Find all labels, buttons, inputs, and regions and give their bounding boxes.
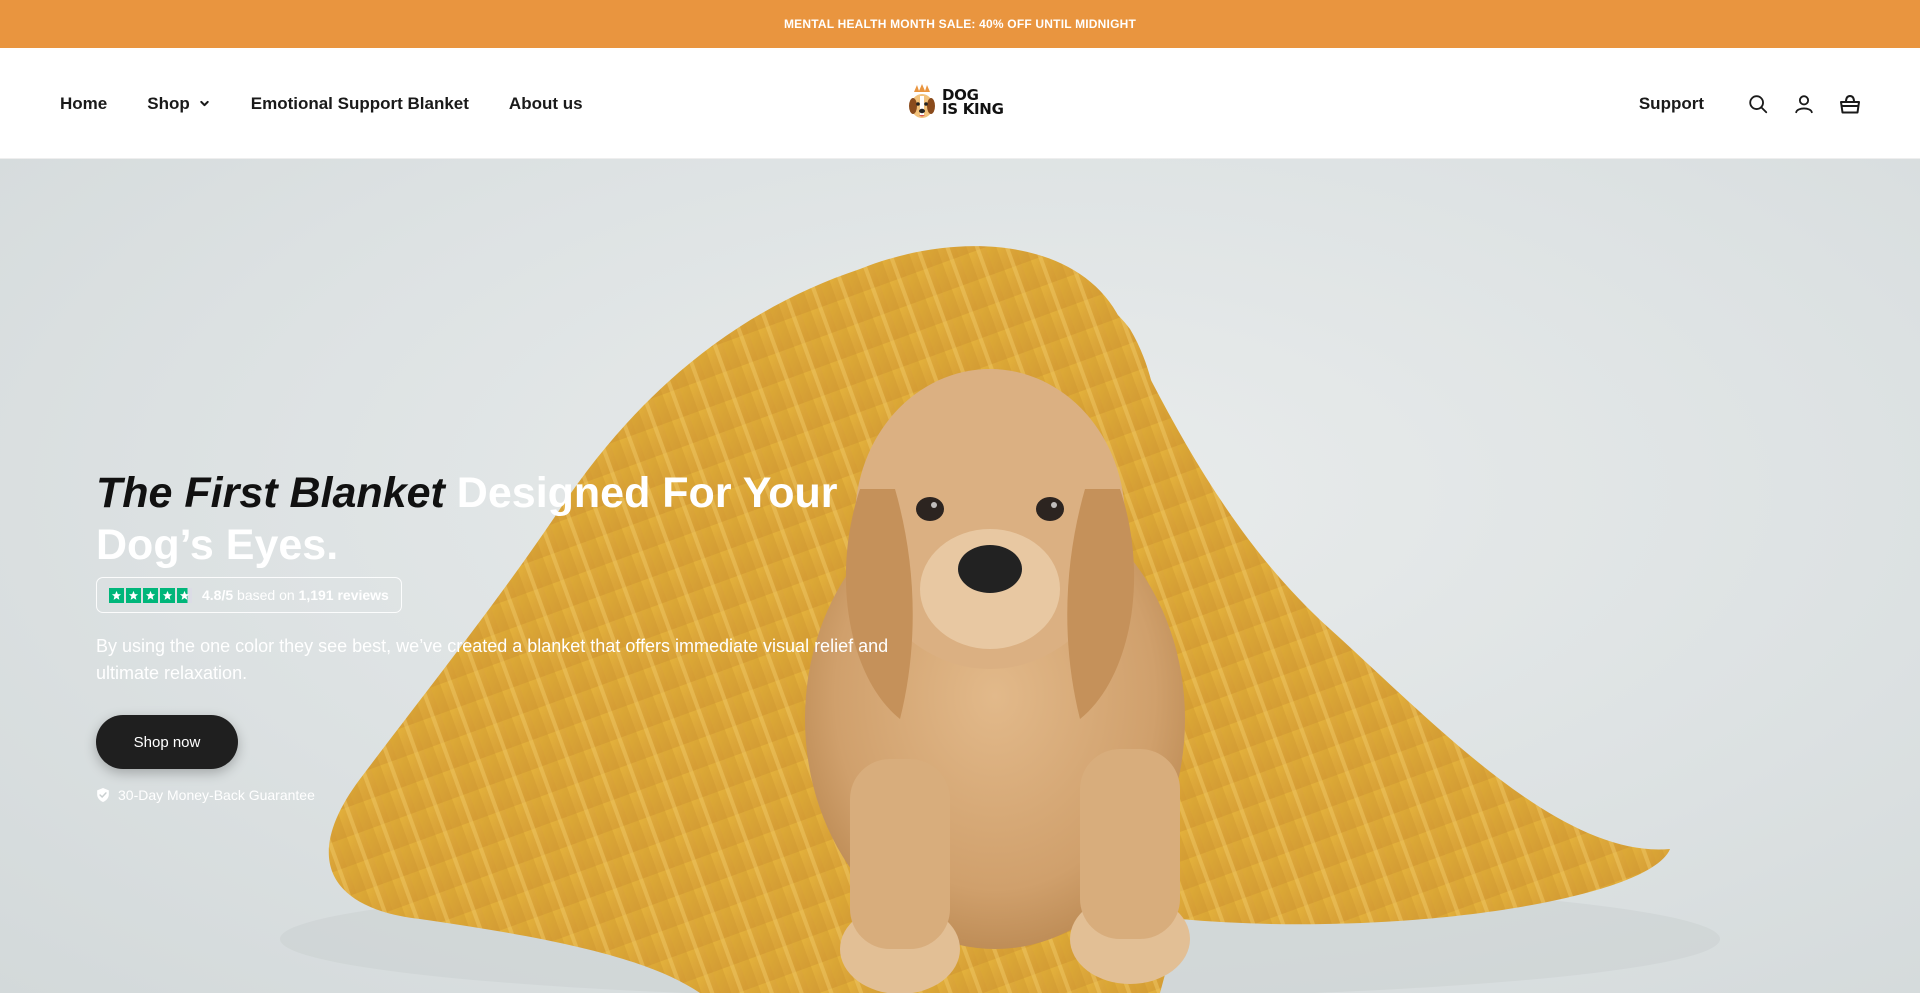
rating-score: 4.8/5 (202, 587, 234, 603)
nav-support[interactable]: Support (1639, 94, 1704, 114)
nav-shop[interactable]: Shop (147, 94, 211, 114)
star-icon (109, 587, 124, 603)
dog-logo-icon (909, 84, 935, 118)
star-half-icon (177, 587, 192, 603)
hero-content: The First Blanket Designed For Your Dog’… (96, 467, 956, 803)
nav-about-us[interactable]: About us (509, 94, 583, 114)
chevron-down-icon (200, 100, 209, 107)
star-icon (143, 587, 158, 603)
logo[interactable]: DOG IS KING (906, 82, 1004, 122)
rating-badge[interactable]: 4.8/5 based on 1,191 reviews (96, 577, 402, 613)
rating-text: 4.8/5 based on 1,191 reviews (202, 587, 389, 603)
star-icon (160, 587, 175, 603)
guarantee-text: 30-Day Money-Back Guarantee (118, 787, 315, 803)
guarantee: 30-Day Money-Back Guarantee (96, 787, 956, 803)
announcement-text: MENTAL HEALTH MONTH SALE: 40% OFF UNTIL … (783, 17, 1137, 31)
hero-title-italic: The First Blanket (96, 469, 445, 517)
search-icon[interactable] (1746, 92, 1770, 116)
hero-description: By using the one color they see best, we… (96, 636, 889, 683)
hero-title: The First Blanket Designed For Your Dog’… (96, 467, 956, 571)
cart-icon[interactable] (1838, 92, 1862, 116)
hero-section: The First Blanket Designed For Your Dog’… (0, 159, 1920, 993)
trustpilot-stars (109, 587, 192, 603)
nav-emotional-support-blanket[interactable]: Emotional Support Blanket (251, 94, 469, 114)
nav-home[interactable]: Home (60, 94, 107, 114)
star-icon (126, 587, 141, 603)
main-nav: Home Shop Emotional Support Blanket Abou… (60, 48, 583, 159)
site-header: Home Shop Emotional Support Blanket Abou… (0, 48, 1920, 159)
announcement-bar: MENTAL HEALTH MONTH SALE: 40% OFF UNTIL … (0, 0, 1920, 48)
shield-check-icon (97, 788, 109, 802)
rating-middle: based on (233, 587, 299, 603)
logo-line-2: IS KING (942, 100, 1004, 118)
rating-reviews: 1,191 reviews (298, 587, 389, 603)
account-icon[interactable] (1792, 92, 1816, 116)
header-actions: Support (1639, 48, 1862, 159)
shop-now-button[interactable]: Shop now (96, 715, 238, 769)
